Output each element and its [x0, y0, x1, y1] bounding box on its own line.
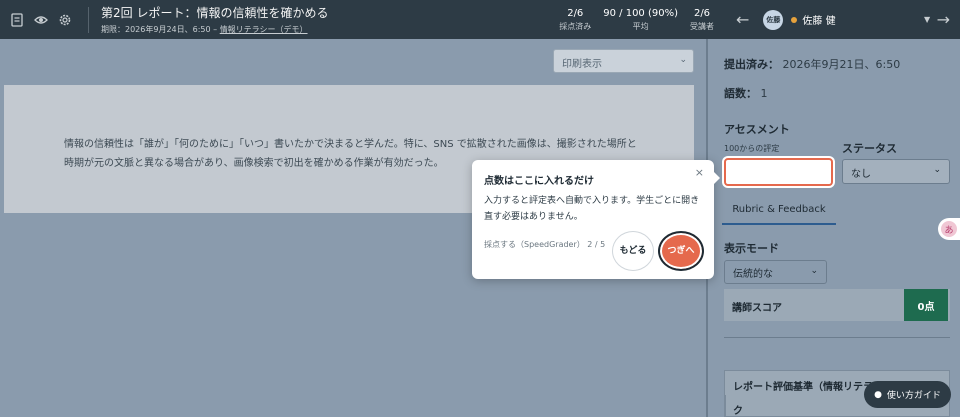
chevron-down-icon: ⌄	[810, 266, 818, 276]
word-count-value: 1	[760, 87, 768, 100]
submitted-info: 提出済み： 2026年9月21日、6:50	[724, 56, 900, 72]
rubric-divider	[725, 395, 726, 417]
usage-guide-button[interactable]: ● 使い方ガイド	[864, 381, 951, 408]
stat-graded: 2/6 採点済み	[553, 8, 597, 32]
assignment-title: 第2回 レポート：情報の信頼性を確かめる	[101, 6, 329, 20]
chevron-down-icon: ⌄	[679, 55, 687, 65]
submission-status-dot	[791, 16, 798, 23]
assignment-title-block: 第2回 レポート：情報の信頼性を確かめる 期限：2026年9月24日、6:50 …	[101, 4, 531, 35]
status-value: なし	[851, 169, 871, 180]
popover-step: 採点する（SpeedGrader） 2 / 5	[484, 240, 606, 249]
course-link[interactable]: 情報リテラシー（デモ）	[220, 25, 308, 34]
helper-icon: あ	[941, 221, 957, 237]
display-mode-heading: 表示モード	[724, 242, 779, 255]
grade-input[interactable]	[724, 158, 833, 186]
grading-panel: 提出済み： 2026年9月21日、6:50 語数： 1 アセスメント 100から…	[706, 39, 960, 417]
instructor-score-value: 0点	[904, 289, 948, 321]
chevron-down-icon: ⌄	[933, 165, 941, 175]
word-count: 語数： 1	[724, 85, 768, 101]
divider	[724, 337, 950, 338]
student-dropdown-caret-icon[interactable]: ▼	[924, 15, 930, 24]
status-select[interactable]: なし ⌄	[842, 159, 950, 184]
stat-average: 90 / 100 (90%) 平均	[597, 8, 684, 32]
word-count-label: 語数：	[724, 87, 757, 100]
student-name[interactable]: 佐藤 健	[802, 12, 835, 27]
assessment-heading: アセスメント	[724, 123, 790, 136]
previous-student-arrow-icon[interactable]: ←	[736, 10, 749, 29]
display-mode-select[interactable]: 伝統的な ⌄	[724, 260, 827, 284]
close-icon[interactable]: ×	[695, 166, 704, 179]
print-view-label: 印刷表示	[562, 59, 602, 70]
rubric-row-label: ク	[733, 406, 743, 417]
display-mode-value: 伝統的な	[733, 269, 773, 280]
stat-label: 受講者	[690, 21, 714, 31]
stat-label: 平均	[632, 21, 649, 31]
stat-label: 採点済み	[559, 21, 592, 31]
student-navigation: ← 佐藤 佐藤 健 ▼ →	[720, 0, 960, 39]
header-icons	[0, 12, 88, 27]
stat-value: 2/6	[693, 7, 711, 19]
popover-body: 入力すると評定表へ自動で入ります。学生ごとに開き直す必要はありません。	[484, 196, 700, 222]
stat-students: 2/6 受講者	[684, 8, 720, 32]
gear-icon[interactable]	[58, 13, 72, 27]
lightbulb-icon: ●	[874, 389, 882, 400]
grade-sublabel: 100からの評定	[724, 144, 780, 153]
grading-stats: 2/6 採点済み 90 / 100 (90%) 平均 2/6 受講者	[553, 8, 720, 32]
side-helper-tab[interactable]: あ	[938, 218, 960, 240]
deadline-text: 期限：2026年9月24日、6:50 –	[101, 25, 218, 34]
instructor-score-label: 講師スコア	[732, 303, 782, 314]
next-student-arrow-icon[interactable]: →	[937, 10, 950, 29]
popover-pointer	[714, 172, 720, 184]
tour-popover: 点数はここに入れるだけ × 入力すると評定表へ自動で入ります。学生ごとに開き直す…	[472, 160, 720, 279]
submitted-label: 提出済み：	[724, 58, 779, 71]
avatar: 佐藤	[763, 9, 784, 30]
tab-rubric-feedback[interactable]: Rubric & Feedback	[722, 195, 836, 225]
next-button[interactable]: つぎへ	[658, 231, 704, 271]
submitted-date: 2026年9月21日、6:50	[782, 58, 901, 71]
back-button[interactable]: もどる	[612, 231, 654, 271]
assignment-deadline: 期限：2026年9月24日、6:50 – 情報リテラシー（デモ）	[101, 24, 531, 35]
usage-guide-label: 使い方ガイド	[886, 391, 941, 401]
stat-value: 90 / 100 (90%)	[603, 7, 678, 19]
print-view-select[interactable]: 印刷表示 ⌄	[553, 49, 694, 73]
top-header: 第2回 レポート：情報の信頼性を確かめる 期限：2026年9月24日、6:50 …	[0, 0, 960, 39]
stat-value: 2/6	[567, 7, 584, 19]
instructor-score: 講師スコア 0点	[724, 289, 950, 321]
eye-icon[interactable]	[34, 13, 48, 27]
header-separator	[88, 6, 89, 33]
gradebook-icon[interactable]	[10, 12, 24, 27]
popover-title: 点数はここに入れるだけ	[484, 176, 594, 187]
status-heading: ステータス	[842, 142, 897, 155]
